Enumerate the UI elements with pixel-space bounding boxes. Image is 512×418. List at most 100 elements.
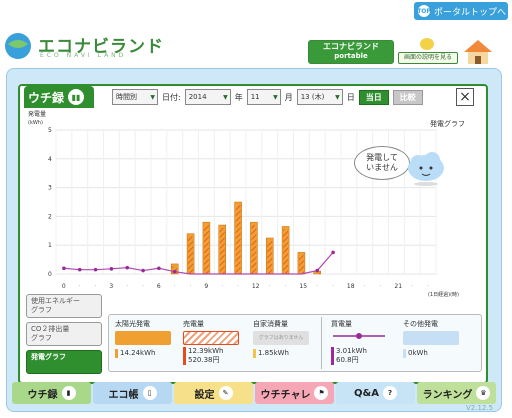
- month-select[interactable]: 11: [246, 89, 281, 105]
- tab-label: ウチ録: [28, 90, 65, 105]
- logo-globe-icon: [5, 33, 31, 59]
- legend-title: 自家消費量: [253, 320, 288, 328]
- sell-bar: [188, 236, 194, 274]
- sell-bar: [283, 229, 289, 274]
- x-tick-dot: ·: [174, 283, 176, 290]
- x-tick-dot: ·: [221, 283, 223, 290]
- sell-bar: [298, 255, 304, 274]
- legend-other: その他発電 0kWh: [403, 319, 459, 358]
- legend-no-graph-badge: グラフはありません: [253, 331, 309, 345]
- legend-title: 買電量: [331, 320, 352, 328]
- portal-top-button[interactable]: TOP ポータルトップへ: [414, 2, 508, 20]
- logo: エコナビランド ECO NAVI LAND: [4, 30, 164, 64]
- mode-select[interactable]: 時間別: [112, 89, 158, 105]
- x-tick-dot: ·: [126, 283, 128, 290]
- generation-chart: 発電量 (kWh) 発電グラフ (1日経過)(時) 012345 0 · · 3 · · 6…: [28, 110, 465, 298]
- legend-panel: 太陽光発電 14.24kWh 売電量 12.39kWh 520.38円 自家消費…: [108, 314, 482, 372]
- y-tick-label: 2: [48, 213, 52, 220]
- x-tick-label: 6: [157, 283, 161, 290]
- legend-divider: [321, 317, 322, 369]
- nav-settings[interactable]: 設定 ✎: [174, 382, 253, 404]
- x-tick-dot: ·: [269, 283, 271, 290]
- house-icon[interactable]: [462, 38, 494, 66]
- side-label: 発電グラフ: [31, 353, 66, 361]
- generation-graph-button[interactable]: 発電グラフ: [26, 350, 102, 374]
- tab-uchiroku[interactable]: ウチ録 ▮▮: [24, 86, 94, 108]
- legend-title: 太陽光発電: [115, 320, 150, 328]
- buy-point: [315, 268, 320, 273]
- logo-subtitle: ECO NAVI LAND: [40, 52, 127, 59]
- nav-label: 設定: [194, 389, 215, 401]
- legend-value: 1.85kWh: [253, 349, 309, 358]
- chart-yunit: (kWh): [28, 120, 43, 126]
- explain-screen-button[interactable]: 画面の説明を見る: [398, 38, 458, 64]
- legend-swatch: [333, 333, 385, 339]
- x-tick-label: 9: [204, 283, 208, 290]
- day-select[interactable]: 13 (木): [296, 89, 343, 105]
- y-tick-label: 5: [48, 127, 52, 134]
- x-tick-dot: ·: [316, 283, 318, 290]
- nav-uchichare[interactable]: ウチチャレ ⚑: [255, 382, 334, 404]
- y-tick-label: 0: [48, 271, 52, 278]
- day-unit: 日: [346, 92, 355, 102]
- buy-point: [172, 269, 177, 274]
- buy-point: [125, 265, 130, 270]
- portable-title: エコナビランド: [323, 42, 379, 51]
- close-button[interactable]: ×: [456, 88, 474, 106]
- legend-title: 売電量: [183, 320, 204, 328]
- sell-bar: [203, 225, 209, 274]
- explain-label: 画面の説明を見る: [398, 52, 458, 64]
- x-tick-dot: ·: [190, 283, 192, 290]
- portal-icon: TOP: [417, 5, 431, 17]
- date-label: 日付:: [162, 92, 181, 102]
- x-tick-dot: ·: [237, 283, 239, 290]
- legend-value: 3.01kWh 60.8円: [331, 347, 387, 365]
- wrench-icon: ✎: [218, 386, 233, 400]
- energy-usage-graph-button[interactable]: 使用エネルギー グラフ: [26, 294, 102, 318]
- bar-chart-icon: ▮▮: [68, 89, 85, 105]
- bubble-text: 発電して いません: [366, 153, 398, 172]
- nav-ranking[interactable]: ランキング ♛: [417, 382, 496, 404]
- legend-solar: 太陽光発電 14.24kWh: [115, 319, 171, 358]
- co2-graph-button[interactable]: CO２排出量 グラフ: [26, 322, 102, 346]
- legend-value: 14.24kWh: [115, 349, 171, 358]
- chart-ylabel: 発電量: [28, 110, 46, 118]
- nav-label: ウチ録: [27, 389, 58, 401]
- bar-chart-icon: ▮: [61, 386, 76, 400]
- compare-button[interactable]: 比較: [392, 89, 423, 105]
- year-unit: 年: [234, 92, 243, 102]
- bottom-nav: ウチ録 ▮ エコ帳 ▯ 設定 ✎ ウチチャレ ⚑ Q&A? ランキング ♛: [12, 382, 496, 404]
- buy-point: [77, 267, 82, 272]
- x-tick-dot: ·: [79, 283, 81, 290]
- portal-label: ポータルトップへ: [434, 7, 507, 18]
- legend-self: 自家消費量 グラフはありません 1.85kWh: [253, 319, 309, 358]
- x-tick-dot: ·: [411, 283, 413, 290]
- nav-qa[interactable]: Q&A?: [336, 382, 415, 404]
- nav-uchiroku[interactable]: ウチ録 ▮: [12, 382, 91, 404]
- buy-point: [109, 267, 114, 271]
- portable-button[interactable]: エコナビランド portable: [308, 40, 394, 64]
- legend-value-kwh: 12.39kWh: [188, 347, 224, 355]
- sell-bar: [267, 240, 273, 274]
- version-label: V2.12.5: [466, 404, 494, 412]
- bee-icon: [420, 38, 434, 50]
- chart-title: 発電グラフ: [430, 119, 465, 128]
- legend-value-yen: 520.38円: [188, 356, 220, 364]
- portable-subtitle: portable: [334, 52, 368, 60]
- legend-swatch: [115, 331, 171, 345]
- year-select[interactable]: 2014: [184, 89, 231, 105]
- x-tick-dot: ·: [332, 283, 334, 290]
- x-tick-label: 12: [252, 283, 260, 290]
- buy-point: [141, 268, 145, 273]
- nav-label: ランキング: [422, 389, 473, 401]
- legend-value-kwh: 3.01kWh: [336, 347, 367, 355]
- x-tick-label: 21: [394, 283, 402, 290]
- nav-label: Q&A: [354, 387, 379, 399]
- legend-swatch: [403, 331, 459, 345]
- today-button[interactable]: 当日: [358, 89, 389, 105]
- notebook-icon: ▯: [142, 386, 157, 400]
- x-tick-label: 15: [299, 283, 307, 290]
- crown-icon: ♛: [476, 386, 491, 400]
- speech-bubble: 発電して いません: [354, 146, 410, 180]
- nav-ecocho[interactable]: エコ帳 ▯: [93, 382, 172, 404]
